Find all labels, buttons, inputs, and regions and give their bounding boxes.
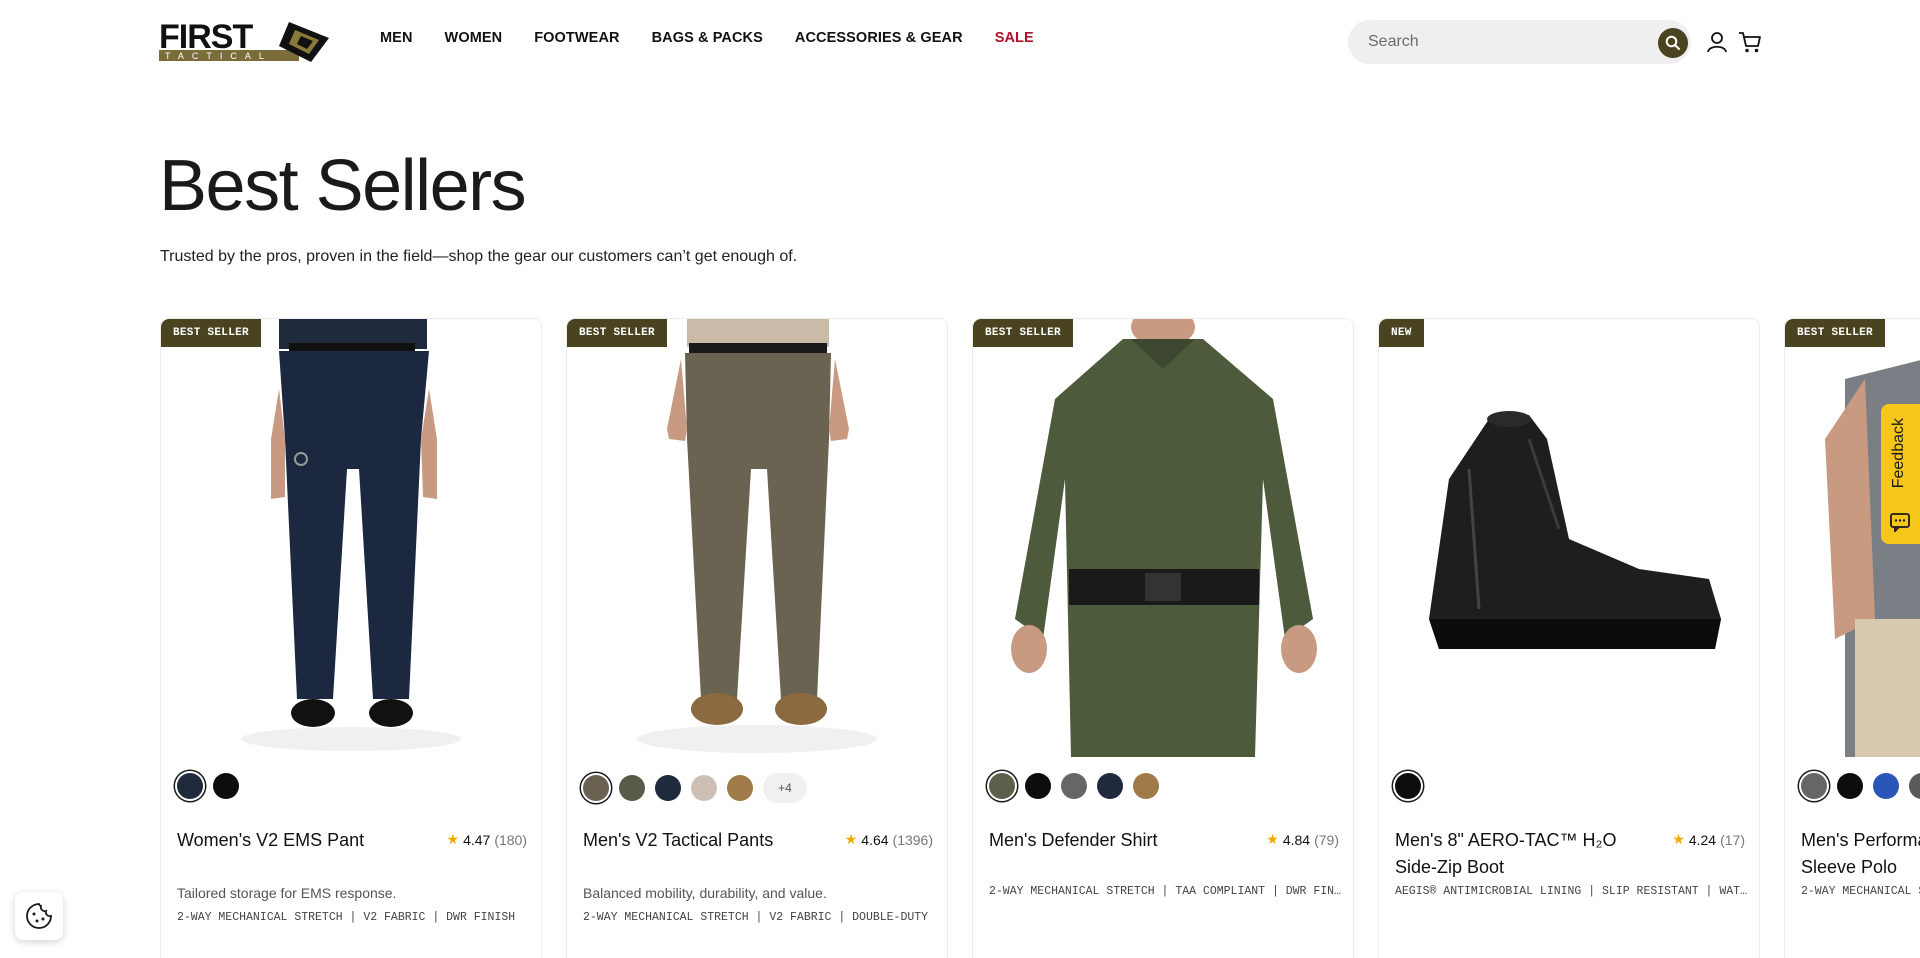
product-features: AEGIS® ANTIMICROBIAL LINING | SLIP RESIS…	[1395, 885, 1747, 898]
main-nav: MEN WOMEN FOOTWEAR BAGS & PACKS ACCESSOR…	[380, 30, 1066, 46]
cookie-settings-button[interactable]	[15, 892, 63, 940]
product-badge: BEST SELLER	[161, 319, 261, 347]
product-badge: BEST SELLER	[973, 319, 1073, 347]
feedback-label: Feedback	[1890, 418, 1907, 489]
product-name[interactable]: Women's V2 EMS Pant	[177, 827, 427, 854]
rating-value: 4.64	[861, 831, 889, 848]
color-swatches	[1801, 773, 1920, 799]
product-features: 2-WAY MECHANICAL STRETCH | TAA COMPLIANT…	[989, 885, 1341, 898]
rating-value: 4.47	[463, 831, 491, 848]
nav-women[interactable]: WOMEN	[445, 30, 503, 46]
user-icon[interactable]	[1704, 29, 1730, 55]
review-count: (1396)	[892, 831, 933, 848]
product-rating: ★ 4.24 (17)	[1672, 831, 1745, 848]
search-icon	[1665, 35, 1680, 50]
color-swatch[interactable]	[989, 773, 1015, 799]
color-swatch[interactable]	[1837, 773, 1863, 799]
color-swatch[interactable]	[1801, 773, 1827, 799]
page-title: Best Sellers	[159, 146, 527, 226]
color-swatch[interactable]	[1133, 773, 1159, 799]
product-image[interactable]	[1379, 319, 1759, 757]
color-swatch[interactable]	[655, 775, 681, 801]
color-swatch[interactable]	[691, 775, 717, 801]
feedback-tab[interactable]: Feedback	[1881, 404, 1920, 544]
color-swatch[interactable]	[727, 775, 753, 801]
color-swatches	[989, 773, 1159, 799]
product-card[interactable]: BEST SELLER Men's Defender Shirt ★ 4.84 …	[972, 318, 1354, 958]
cart-icon[interactable]	[1737, 29, 1763, 55]
color-swatch[interactable]	[619, 775, 645, 801]
rating-value: 4.84	[1282, 831, 1311, 848]
search-input[interactable]	[1368, 33, 1638, 51]
product-carousel: BEST SELLER Women's V2 EMS Pant ★ 4.47 (…	[160, 318, 1920, 958]
star-icon: ★	[1672, 831, 1685, 847]
product-features: 2-WAY MECHANICAL STRETCH	[1801, 885, 1920, 898]
color-swatch[interactable]	[1097, 773, 1123, 799]
rating-value: 4.24	[1688, 831, 1717, 848]
color-swatches	[1395, 773, 1421, 799]
chat-icon	[1890, 513, 1910, 532]
star-icon: ★	[1266, 831, 1279, 847]
review-count: (79)	[1314, 831, 1339, 848]
product-name[interactable]: Men's V2 Tactical Pants	[583, 827, 833, 854]
nav-accessories-gear[interactable]: ACCESSORIES & GEAR	[795, 30, 963, 46]
product-badge: NEW	[1379, 319, 1424, 347]
color-swatch[interactable]	[1873, 773, 1899, 799]
review-count: (180)	[494, 831, 527, 848]
product-rating: ★ 4.84 (79)	[1266, 831, 1339, 848]
product-rating: ★ 4.47 (180)	[447, 831, 528, 848]
product-badge: BEST SELLER	[567, 319, 667, 347]
product-image[interactable]	[973, 319, 1353, 757]
review-count: (17)	[1720, 831, 1745, 848]
product-features: 2-WAY MECHANICAL STRETCH | V2 FABRIC | D…	[583, 911, 929, 924]
product-image[interactable]	[567, 319, 947, 757]
product-badge: BEST SELLER	[1785, 319, 1885, 347]
nav-men[interactable]: MEN	[380, 30, 413, 46]
site-header: FIRST TACTICAL MEN WOMEN FOOTWEAR BAGS &…	[0, 0, 1920, 84]
product-tagline: Tailored storage for EMS response.	[177, 885, 397, 901]
star-icon: ★	[844, 831, 858, 847]
product-name[interactable]: Men's Defender Shirt	[989, 827, 1239, 854]
color-swatch[interactable]	[213, 773, 239, 799]
logo-sub: TACTICAL	[165, 51, 272, 61]
product-image[interactable]	[161, 319, 541, 757]
color-swatch[interactable]	[1909, 773, 1920, 799]
first-tactical-logo[interactable]: FIRST TACTICAL	[159, 18, 331, 64]
product-name[interactable]: Men's 8" AERO-TAC™ H₂O Side-Zip Boot	[1395, 827, 1645, 881]
color-swatches: +4	[583, 773, 807, 803]
product-card[interactable]: BEST SELLER +4 Men's V2 Tactical Pants ★…	[566, 318, 948, 958]
color-swatch[interactable]	[1061, 773, 1087, 799]
product-card[interactable]: NEW Men's 8" AERO-TAC™ H₂O Side-Zip Boot…	[1378, 318, 1760, 958]
color-swatch[interactable]	[1395, 773, 1421, 799]
nav-bags-packs[interactable]: BAGS & PACKS	[652, 30, 763, 46]
nav-footwear[interactable]: FOOTWEAR	[534, 30, 619, 46]
more-colors-button[interactable]: +4	[763, 773, 807, 803]
page-subtitle: Trusted by the pros, proven in the field…	[160, 248, 798, 265]
product-rating: ★ 4.64 (1396)	[845, 831, 933, 848]
color-swatch[interactable]	[1025, 773, 1051, 799]
color-swatch[interactable]	[177, 773, 203, 799]
product-card[interactable]: BEST SELLER Women's V2 EMS Pant ★ 4.47 (…	[160, 318, 542, 958]
search-button[interactable]	[1658, 28, 1688, 58]
cookie-icon	[26, 903, 52, 929]
product-features: 2-WAY MECHANICAL STRETCH | V2 FABRIC | D…	[177, 911, 516, 924]
product-tagline: Balanced mobility, durability, and value…	[583, 885, 827, 901]
search-bar	[1348, 20, 1691, 64]
star-icon: ★	[446, 831, 460, 847]
product-name[interactable]: Men's Performance Short Sleeve Polo	[1801, 827, 1920, 881]
color-swatch[interactable]	[583, 775, 609, 801]
color-swatches	[177, 773, 239, 799]
nav-sale[interactable]: SALE	[995, 30, 1034, 46]
